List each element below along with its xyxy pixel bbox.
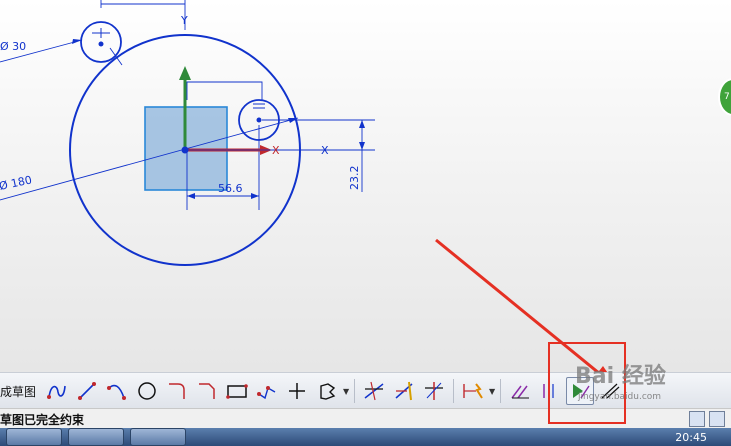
polygon-icon: [257, 386, 276, 400]
profile-button[interactable]: [43, 377, 71, 405]
point-button[interactable]: [283, 377, 311, 405]
x-axis-label: X: [321, 144, 329, 157]
watermark-logo: Bai 经验: [575, 364, 666, 389]
circle-icon: [138, 382, 156, 400]
taskbar-app-button[interactable]: [130, 428, 186, 446]
rectangle-button[interactable]: [223, 377, 251, 405]
toolbar-label: 成草图: [0, 384, 37, 399]
point-icon: [289, 383, 306, 399]
y-axis-label: Y: [180, 14, 188, 27]
taskbar-app-button[interactable]: [68, 428, 124, 446]
polygon-button[interactable]: [253, 377, 281, 405]
arc-icon: [107, 384, 127, 400]
sketch-canvas[interactable]: Ø 30 Ø 180 56.6 23.2 X X Y: [0, 0, 731, 372]
toolbar-separator: [453, 379, 455, 403]
geometric-constraint-icon: [511, 385, 530, 399]
watermark-url: jingyan.baidu.com: [578, 392, 662, 402]
geometric-constraint-button[interactable]: [506, 377, 534, 405]
quick-extend-button[interactable]: [390, 377, 418, 405]
fillet-button[interactable]: [163, 377, 191, 405]
taskbar-start-button[interactable]: [6, 428, 62, 446]
status-grid-icon[interactable]: [689, 411, 705, 427]
make-corner-button[interactable]: [420, 377, 448, 405]
x-axis-label-inner: X: [272, 144, 280, 157]
windows-taskbar: 20:45: [0, 428, 731, 446]
rapid-dimension-icon: [463, 383, 483, 399]
profile-icon: [47, 385, 66, 399]
rectangle-icon: [226, 384, 248, 399]
line-button[interactable]: [73, 377, 101, 405]
dim-large-circle-diameter[interactable]: Ø 180: [0, 173, 33, 193]
dim-horizontal[interactable]: 56.6: [218, 182, 243, 195]
taskbar-clock: 20:45: [675, 430, 707, 444]
fillet-icon: [169, 383, 185, 399]
offset-curve-button[interactable]: [313, 377, 341, 405]
rapid-dimension-button[interactable]: [459, 377, 487, 405]
status-message: 草图已完全约束: [0, 412, 85, 427]
chamfer-button[interactable]: [193, 377, 221, 405]
dim-small-circle-diameter[interactable]: Ø 30: [0, 40, 26, 53]
quick-extend-icon: [395, 381, 413, 401]
sketch-drawing: Ø 30 Ø 180 56.6 23.2 X X Y: [0, 0, 608, 372]
line-icon: [78, 382, 97, 400]
toolbar-separator: [354, 379, 356, 403]
toolbar-separator: [500, 379, 502, 403]
quick-trim-icon: [364, 381, 384, 401]
circle-button[interactable]: [133, 377, 161, 405]
quick-trim-button[interactable]: [360, 377, 388, 405]
status-window-icon[interactable]: [709, 411, 725, 427]
chamfer-icon: [199, 383, 215, 399]
make-corner-icon: [425, 382, 444, 400]
arc-button[interactable]: [103, 377, 131, 405]
dimension-dropdown[interactable]: ▼: [488, 387, 496, 396]
offset-curve-icon: [320, 383, 336, 400]
offset-dropdown[interactable]: ▼: [342, 387, 350, 396]
dim-vertical[interactable]: 23.2: [348, 166, 361, 191]
